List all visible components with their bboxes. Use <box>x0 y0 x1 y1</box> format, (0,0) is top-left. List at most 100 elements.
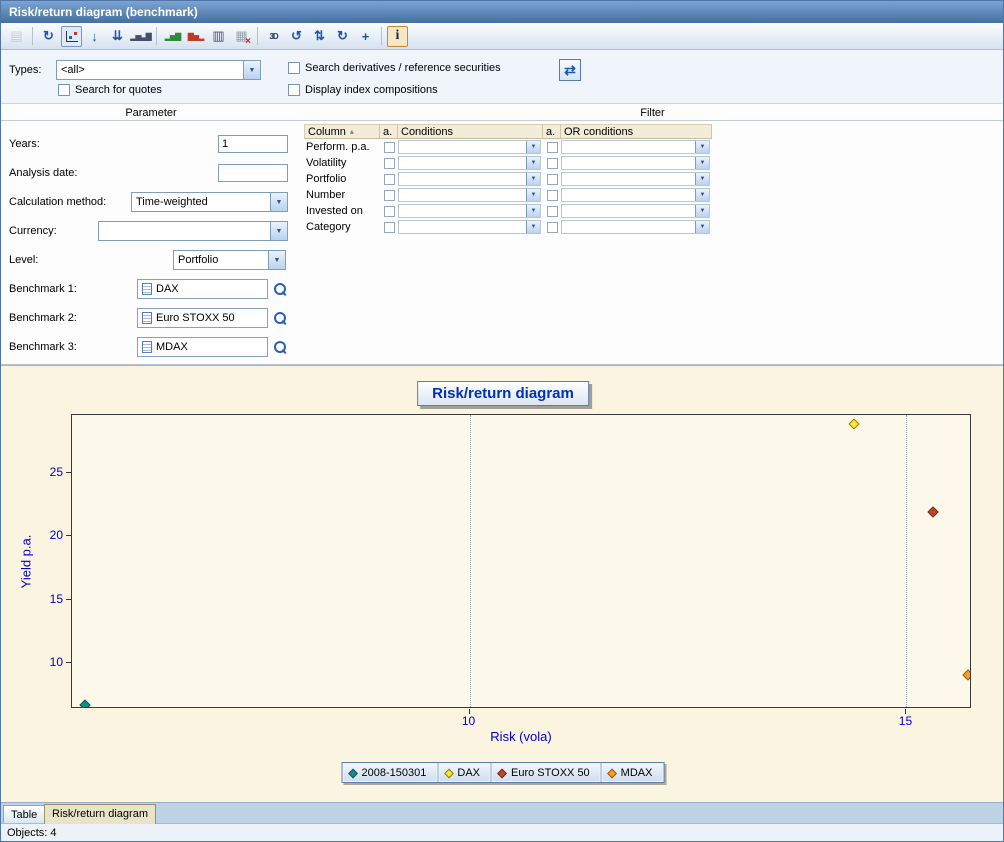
toolbar-separator <box>32 27 33 45</box>
filter-checkbox[interactable] <box>547 174 558 185</box>
rotate-right-icon[interactable]: ↻ <box>332 26 353 47</box>
filter-condition-select[interactable]: ▼ <box>398 188 541 202</box>
tab-table[interactable]: Table <box>3 805 45 824</box>
security-icon <box>142 312 152 324</box>
combo-value <box>399 141 526 153</box>
combo-value <box>562 205 695 217</box>
filter-or-condition-select[interactable]: ▼ <box>561 172 710 186</box>
filter-or-condition-select[interactable]: ▼ <box>561 140 710 154</box>
scatter-chart-icon[interactable] <box>61 26 82 47</box>
rotate-left-icon[interactable]: ↺ <box>286 26 307 47</box>
filter-checkbox[interactable] <box>547 206 558 217</box>
legend-label: DAX <box>457 767 480 779</box>
filter-checkbox[interactable] <box>547 158 558 169</box>
filter-header-conditions: Conditions <box>398 124 543 139</box>
data-point-dax[interactable] <box>848 418 859 429</box>
benchmark3-search-icon[interactable] <box>273 340 288 355</box>
plot-area <box>71 414 971 708</box>
add-icon[interactable]: + <box>355 26 376 47</box>
toolbar-separator <box>156 27 157 45</box>
display-index-checkbox[interactable] <box>288 84 300 96</box>
report-icon[interactable]: ▥ <box>208 26 229 47</box>
search-quotes-label: Search for quotes <box>75 84 162 96</box>
refresh-icon[interactable]: ↻ <box>38 26 59 47</box>
sort-descending-icon[interactable]: ↓ <box>84 26 105 47</box>
benchmark2-search-icon[interactable] <box>273 311 288 326</box>
delete-icon[interactable]: ▦× <box>231 26 252 47</box>
benchmark3-field[interactable]: MDAX <box>137 337 268 357</box>
data-point-euro-stoxx-50[interactable] <box>927 507 938 518</box>
filter-or-condition-select[interactable]: ▼ <box>561 204 710 218</box>
currency-select[interactable]: ▼ <box>98 221 288 241</box>
filter-checkbox[interactable] <box>547 190 558 201</box>
filter-condition-select[interactable]: ▼ <box>398 204 541 218</box>
filter-combo-cell: ▼ <box>561 187 712 203</box>
level-select[interactable]: Portfolio ▼ <box>173 250 286 270</box>
search-quotes-checkbox[interactable] <box>58 84 70 96</box>
statusbar: Objects: 4 <box>1 823 1004 842</box>
legend-item-mdax[interactable]: MDAX <box>602 763 664 782</box>
benchmark1-search-icon[interactable] <box>273 282 288 297</box>
years-input[interactable] <box>218 135 288 153</box>
years-label: Years: <box>9 138 40 150</box>
filter-checkbox-cell <box>380 139 398 155</box>
filter-condition-select[interactable]: ▼ <box>398 172 541 186</box>
benchmark1-value: DAX <box>156 283 179 295</box>
combo-value <box>562 141 695 153</box>
filter-checkbox[interactable] <box>384 174 395 185</box>
sort-pairs-icon[interactable]: ⇊ <box>107 26 128 47</box>
level-value: Portfolio <box>174 251 268 269</box>
calculation-method-select[interactable]: Time-weighted ▼ <box>131 192 288 212</box>
filter-condition-select[interactable]: ▼ <box>398 156 541 170</box>
filter-checkbox[interactable] <box>384 158 395 169</box>
y-tick-label: 20 <box>33 528 63 542</box>
bar-chart-icon-glyph: ▂▅▇ <box>165 32 180 41</box>
filter-or-condition-select[interactable]: ▼ <box>561 156 710 170</box>
legend-label: 2008-150301 <box>362 767 427 779</box>
legend-item-euro-stoxx-50[interactable]: Euro STOXX 50 <box>492 763 602 782</box>
swap-axes-icon-glyph: ⇅ <box>314 28 325 44</box>
legend-item-dax[interactable]: DAX <box>438 763 492 782</box>
currency-label: Currency: <box>9 225 57 237</box>
data-point-mdax[interactable] <box>962 670 971 681</box>
parameter-section-header: Parameter <box>1 107 301 119</box>
histogram-icon[interactable]: ▂▅▃▇ <box>130 26 151 47</box>
filter-checkbox[interactable] <box>384 190 395 201</box>
filter-condition-select[interactable]: ▼ <box>398 140 541 154</box>
negative-bar-chart-icon-glyph: ▇▅▂ <box>188 32 203 41</box>
types-select[interactable]: <all> ▼ <box>56 60 261 80</box>
search-derivatives-checkbox[interactable] <box>288 62 300 74</box>
refresh-data-button[interactable]: ⇄ <box>559 59 581 81</box>
benchmark2-field[interactable]: Euro STOXX 50 <box>137 308 268 328</box>
filter-checkbox[interactable] <box>547 142 558 153</box>
filter-checkbox[interactable] <box>384 206 395 217</box>
filter-or-condition-select[interactable]: ▼ <box>561 220 710 234</box>
tab-risk-return-diagram[interactable]: Risk/return diagram <box>44 804 156 824</box>
bar-chart-icon[interactable]: ▂▅▇ <box>162 26 183 47</box>
chevron-down-icon: ▼ <box>695 157 709 169</box>
filter-combo-cell: ▼ <box>398 219 543 235</box>
filter-checkbox[interactable] <box>547 222 558 233</box>
legend-marker <box>498 768 508 778</box>
benchmark3-label: Benchmark 3: <box>9 341 77 353</box>
filter-checkbox[interactable] <box>384 142 395 153</box>
negative-bar-chart-icon[interactable]: ▇▅▂ <box>185 26 206 47</box>
filter-condition-select[interactable]: ▼ <box>398 220 541 234</box>
legend-item-2008-150301[interactable]: 2008-150301 <box>343 763 439 782</box>
display-index-label: Display index compositions <box>305 84 438 96</box>
security-icon <box>142 341 152 353</box>
analysis-date-input[interactable] <box>218 164 288 182</box>
benchmark1-field[interactable]: DAX <box>137 279 268 299</box>
window-titlebar: Risk/return diagram (benchmark) <box>1 1 1003 23</box>
y-tick-label: 10 <box>33 655 63 669</box>
three-d-icon[interactable]: 3D <box>263 26 284 47</box>
filter-header-column: Column▴ <box>304 124 380 139</box>
swap-axes-icon[interactable]: ⇅ <box>309 26 330 47</box>
data-point-2008-150301[interactable] <box>79 699 90 708</box>
sync-icon: ⇄ <box>564 62 576 79</box>
filter-or-condition-select[interactable]: ▼ <box>561 188 710 202</box>
info-icon[interactable]: i <box>387 26 408 47</box>
filter-checkbox[interactable] <box>384 222 395 233</box>
filter-checkbox-cell <box>543 155 561 171</box>
combo-value <box>399 189 526 201</box>
